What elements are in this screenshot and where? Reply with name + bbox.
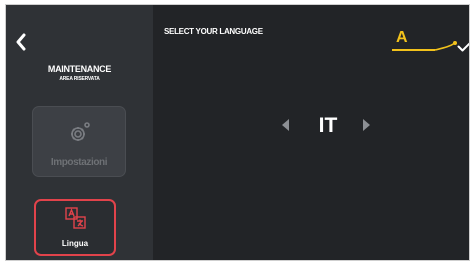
annotation-leader-line [435,41,457,51]
sidebar: MAINTENANCE AREA RISERVATA Impostazioni [6,5,153,260]
translate-icon [65,207,87,236]
sidebar-item-label: Impostazioni [50,157,108,168]
checkmark-icon [457,42,469,52]
gear-icon [68,120,92,149]
annotation-label: A [396,29,408,46]
annotation-underline [392,49,435,51]
app-screen: MAINTENANCE AREA RISERVATA Impostazioni [5,4,470,261]
sidebar-item-settings[interactable]: Impostazioni [32,106,126,177]
sidebar-item-label: Lingua [61,239,89,248]
confirm-button[interactable] [457,39,469,57]
chevron-left-icon [16,33,26,51]
sidebar-item-language[interactable]: Lingua [34,199,116,256]
back-button[interactable] [14,33,30,53]
caret-left-icon [282,119,289,131]
sidebar-subtitle: AREA RISERVATA [59,76,100,82]
next-language-button[interactable] [362,118,372,137]
page-title: SELECT YOUR LANGUAGE [164,27,263,36]
sidebar-title: MAINTENANCE [47,64,112,74]
selected-language: IT [318,114,338,137]
caret-right-icon [363,119,370,131]
previous-language-button[interactable] [280,118,290,137]
